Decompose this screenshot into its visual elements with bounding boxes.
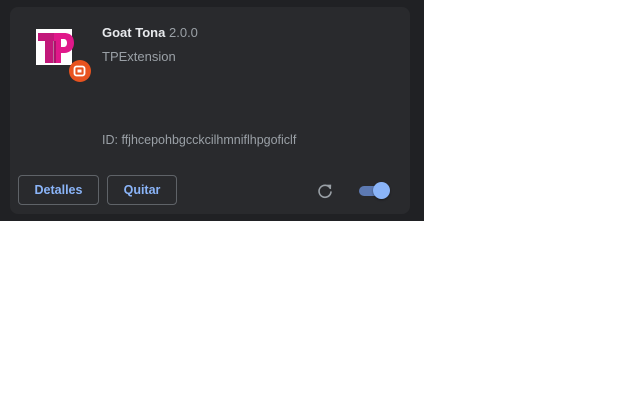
extension-id: ID: ffjhcepohbgcckcilhmniflhpgoficlf: [102, 133, 297, 147]
remove-button[interactable]: Quitar: [107, 175, 177, 205]
extension-name: Goat Tona: [102, 25, 166, 40]
extension-version: 2.0.0: [169, 25, 198, 40]
extension-card: Goat Tona 2.0.0 TPExtension ID: ffjhcepo…: [10, 7, 410, 214]
reload-icon[interactable]: [316, 182, 334, 200]
tp-logo-icon: [36, 29, 91, 82]
toggle-knob: [373, 182, 390, 199]
extension-description: TPExtension: [102, 49, 176, 64]
enable-toggle[interactable]: [358, 182, 392, 200]
details-button[interactable]: Detalles: [18, 175, 99, 205]
